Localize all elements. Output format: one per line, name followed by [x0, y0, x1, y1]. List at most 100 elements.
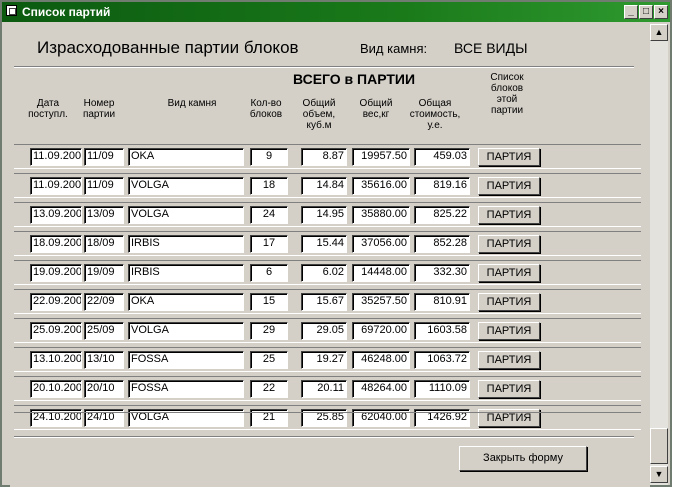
col-header-number: Номер партии — [82, 98, 116, 120]
batch-button[interactable]: ПАРТИЯ — [478, 380, 540, 398]
cost-field[interactable]: 1110.09 — [414, 380, 470, 398]
batch-list-window: Список партий _ □ × Израсходованные парт… — [0, 0, 672, 487]
stone-type-field[interactable]: FOSSA — [128, 351, 244, 369]
batch-number-field[interactable]: 13/10 — [84, 351, 124, 369]
scroll-up-button[interactable]: ▲ — [650, 24, 668, 41]
form-icon — [6, 5, 17, 16]
batch-number-field[interactable]: 11/09 — [84, 177, 124, 195]
table-row: 19.09.200 19/09 IRBIS 6 6.02 14448.00 332.30 ПА… — [14, 260, 641, 285]
table-row: 13.09.200 13/09 VOLGA 24 14.95 35880.00 825.22… — [14, 202, 641, 227]
date-field[interactable]: 20.10.200 — [30, 380, 82, 398]
block-count-field[interactable]: 22 — [250, 380, 288, 398]
weight-field[interactable]: 35257.50 — [352, 293, 410, 311]
batch-button[interactable]: ПАРТИЯ — [478, 235, 540, 253]
batch-button[interactable]: ПАРТИЯ — [478, 351, 540, 369]
volume-field[interactable]: 29.05 — [301, 322, 347, 340]
group-title: ВСЕГО в ПАРТИИ — [293, 71, 416, 87]
block-count-field[interactable]: 18 — [250, 177, 288, 195]
cost-field[interactable]: 459.03 — [414, 148, 470, 166]
col-header-volume: Общий объем, куб.м — [302, 98, 336, 131]
weight-field[interactable]: 46248.00 — [352, 351, 410, 369]
date-field[interactable]: 11.09.200 — [30, 148, 82, 166]
page-title: Израсходованные партии блоков — [37, 38, 299, 57]
batch-button[interactable]: ПАРТИЯ — [478, 322, 540, 340]
cost-field[interactable]: 819.16 — [414, 177, 470, 195]
batch-number-field[interactable]: 18/09 — [84, 235, 124, 253]
cost-field[interactable]: 825.22 — [414, 206, 470, 224]
batch-button[interactable]: ПАРТИЯ — [478, 293, 540, 311]
cost-field[interactable]: 1603.58 — [414, 322, 470, 340]
vertical-scrollbar[interactable]: ▲ ▼ — [650, 24, 668, 485]
stone-type-field[interactable]: OKA — [128, 293, 244, 311]
stone-type-label: Вид камня: — [360, 41, 428, 56]
volume-field[interactable]: 15.44 — [301, 235, 347, 253]
date-field[interactable]: 13.09.200 — [30, 206, 82, 224]
cost-field[interactable]: 1063.72 — [414, 351, 470, 369]
stone-type-field[interactable]: OKA — [128, 148, 244, 166]
date-field[interactable]: 19.09.200 — [30, 264, 82, 282]
batch-number-field[interactable]: 11/09 — [84, 148, 124, 166]
volume-field[interactable]: 6.02 — [301, 264, 347, 282]
date-field[interactable]: 13.10.200 — [30, 351, 82, 369]
col-header-list: Список блоков этой партии — [490, 72, 524, 116]
cost-field[interactable]: 852.28 — [414, 235, 470, 253]
col-header-stone: Вид камня — [167, 98, 217, 109]
restore-button[interactable]: □ — [639, 5, 653, 19]
volume-field[interactable]: 8.87 — [301, 148, 347, 166]
volume-field[interactable]: 14.95 — [301, 206, 347, 224]
stone-type-field[interactable]: VOLGA — [128, 177, 244, 195]
header-divider — [14, 66, 634, 68]
batch-number-field[interactable]: 19/09 — [84, 264, 124, 282]
batch-button[interactable]: ПАРТИЯ — [478, 206, 540, 224]
batch-number-field[interactable]: 25/09 — [84, 322, 124, 340]
date-field[interactable]: 11.09.200 — [30, 177, 82, 195]
stone-type-field[interactable]: IRBIS — [128, 264, 244, 282]
weight-field[interactable]: 19957.50 — [352, 148, 410, 166]
block-count-field[interactable]: 6 — [250, 264, 288, 282]
weight-field[interactable]: 14448.00 — [352, 264, 410, 282]
batch-number-field[interactable]: 13/09 — [84, 206, 124, 224]
table-row: 22.09.200 22/09 OKA 15 15.67 35257.50 810.91 ПА… — [14, 289, 641, 314]
weight-field[interactable]: 69720.00 — [352, 322, 410, 340]
stone-type-field[interactable]: VOLGA — [128, 322, 244, 340]
date-field[interactable]: 22.09.200 — [30, 293, 82, 311]
scroll-thumb[interactable] — [650, 428, 668, 464]
block-count-field[interactable]: 15 — [250, 293, 288, 311]
close-form-button[interactable]: Закрыть форму — [459, 446, 587, 471]
block-count-field[interactable]: 25 — [250, 351, 288, 369]
volume-field[interactable]: 20.11 — [301, 380, 347, 398]
batch-button[interactable]: ПАРТИЯ — [478, 177, 540, 195]
volume-field[interactable]: 15.67 — [301, 293, 347, 311]
minimize-button[interactable]: _ — [624, 5, 638, 19]
form-body: Израсходованные партии блоков Вид камня:… — [10, 24, 650, 487]
footer-divider — [14, 436, 634, 438]
volume-field[interactable]: 19.27 — [301, 351, 347, 369]
date-field[interactable]: 25.09.200 — [30, 322, 82, 340]
col-header-date: Дата поступл. — [28, 98, 68, 120]
weight-field[interactable]: 35616.00 — [352, 177, 410, 195]
block-count-field[interactable]: 17 — [250, 235, 288, 253]
scroll-down-button[interactable]: ▼ — [650, 466, 668, 483]
title-bar[interactable]: Список партий _ □ × — [2, 2, 670, 22]
table-row: 20.10.200 20/10 FOSSA 22 20.11 48264.00 1110.0… — [14, 376, 641, 401]
cost-field[interactable]: 810.91 — [414, 293, 470, 311]
stone-type-field[interactable]: FOSSA — [128, 380, 244, 398]
weight-field[interactable]: 37056.00 — [352, 235, 410, 253]
batch-button[interactable]: ПАРТИЯ — [478, 148, 540, 166]
volume-field[interactable]: 14.84 — [301, 177, 347, 195]
close-window-button[interactable]: × — [654, 5, 668, 19]
batch-button[interactable]: ПАРТИЯ — [478, 264, 540, 282]
cost-field[interactable]: 332.30 — [414, 264, 470, 282]
window-title: Список партий — [22, 5, 111, 19]
block-count-field[interactable]: 9 — [250, 148, 288, 166]
weight-field[interactable]: 48264.00 — [352, 380, 410, 398]
col-header-cost: Общая стоимость, у.е. — [409, 98, 461, 131]
stone-type-field[interactable]: VOLGA — [128, 206, 244, 224]
block-count-field[interactable]: 24 — [250, 206, 288, 224]
batch-number-field[interactable]: 22/09 — [84, 293, 124, 311]
batch-number-field[interactable]: 20/10 — [84, 380, 124, 398]
date-field[interactable]: 18.09.200 — [30, 235, 82, 253]
block-count-field[interactable]: 29 — [250, 322, 288, 340]
weight-field[interactable]: 35880.00 — [352, 206, 410, 224]
stone-type-field[interactable]: IRBIS — [128, 235, 244, 253]
